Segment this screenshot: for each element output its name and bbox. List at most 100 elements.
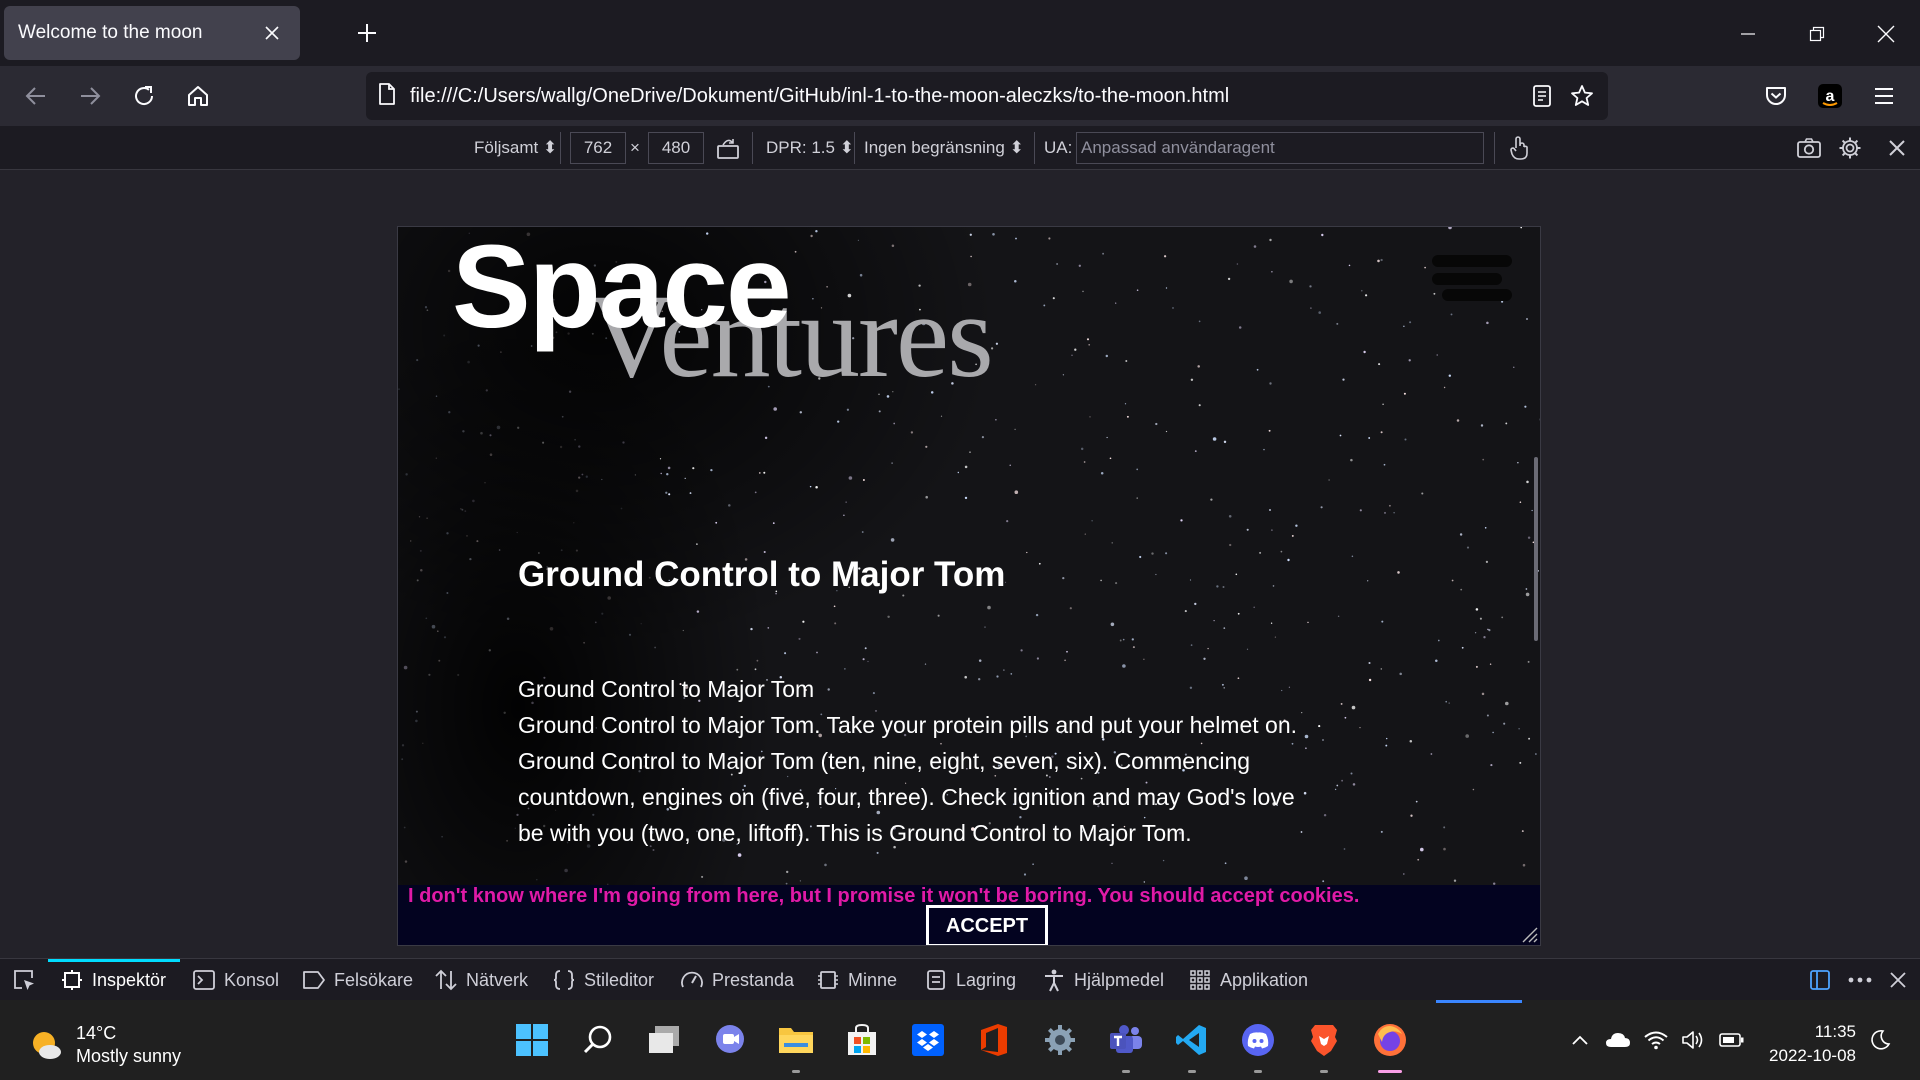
microsoft-store-icon[interactable]: [842, 1020, 882, 1060]
accept-cookies-button[interactable]: ACCEPT: [926, 905, 1048, 945]
style-editor-icon: [552, 968, 576, 992]
close-rdm-icon[interactable]: [1888, 126, 1906, 170]
memory-icon: [816, 968, 840, 992]
network-throttling-selector[interactable]: Ingen begränsning ⬍: [864, 126, 1024, 170]
discord-icon[interactable]: [1238, 1020, 1278, 1060]
tab-label: Nätverk: [466, 969, 529, 990]
body-paragraph: Ground Control to Major Tom. Take your p…: [518, 712, 1298, 846]
close-devtools-icon[interactable]: [1890, 959, 1906, 1001]
onedrive-cloud-icon[interactable]: [1604, 1026, 1632, 1054]
tab-label: Stileditor: [584, 969, 655, 990]
show-hidden-icons-chevron-icon[interactable]: [1566, 1026, 1594, 1054]
dpr-selector[interactable]: DPR: 1.5 ⬍: [766, 126, 854, 170]
back-icon[interactable]: [16, 76, 56, 116]
teams-chat-icon[interactable]: [710, 1020, 750, 1060]
rotate-icon[interactable]: [716, 126, 740, 170]
screenshot-icon[interactable]: [1796, 126, 1822, 170]
firefox-icon[interactable]: [1370, 1020, 1410, 1060]
task-view-icon[interactable]: [644, 1020, 684, 1060]
devtools-toolbar: Inspektör Konsol Felsökare Nätverk Stile…: [0, 958, 1920, 1000]
tab-natverk[interactable]: Nätverk: [434, 959, 528, 1001]
separator: [1034, 132, 1035, 164]
temperature: 14°C: [76, 1023, 117, 1043]
volume-icon[interactable]: [1680, 1026, 1708, 1054]
tab-inspektor[interactable]: Inspektör: [60, 959, 166, 1001]
bookmark-star-icon[interactable]: [1562, 76, 1602, 116]
svg-text:a: a: [1826, 88, 1835, 105]
browser-tab[interactable]: Welcome to the moon: [4, 6, 300, 60]
url-text[interactable]: file:///C:/Users/wallg/OneDrive/Dokument…: [410, 85, 1522, 108]
new-tab-icon[interactable]: [352, 18, 382, 48]
running-indicator: [1254, 1070, 1262, 1073]
tab-label: Applikation: [1220, 969, 1309, 990]
resize-handle-icon[interactable]: [1520, 925, 1538, 943]
separator: [854, 132, 855, 164]
url-bar[interactable]: file:///C:/Users/wallg/OneDrive/Dokument…: [366, 72, 1608, 120]
tab-stileditor[interactable]: Stileditor: [552, 959, 654, 1001]
console-icon: [192, 968, 216, 992]
wifi-icon[interactable]: [1642, 1026, 1670, 1054]
navigation-bar: file:///C:/Users/wallg/OneDrive/Dokument…: [0, 66, 1920, 126]
tab-felsokare[interactable]: Felsökare: [302, 959, 413, 1001]
teams-icon[interactable]: [1106, 1020, 1146, 1060]
minimize-icon[interactable]: [1728, 14, 1768, 54]
tab-close-icon[interactable]: [258, 19, 286, 47]
weather-widget[interactable]: 14°C Mostly sunny: [28, 1022, 181, 1068]
notifications-moon-icon[interactable]: [1866, 1026, 1894, 1054]
tab-minne[interactable]: Minne: [816, 959, 897, 1001]
reader-view-icon[interactable]: [1522, 76, 1562, 116]
office-icon[interactable]: [974, 1020, 1014, 1060]
vscode-icon[interactable]: [1172, 1020, 1212, 1060]
running-indicator: [1320, 1070, 1328, 1073]
user-agent-input[interactable]: Anpassad användaragent: [1076, 132, 1484, 164]
separator: [1494, 132, 1495, 164]
settings-gear-icon[interactable]: [1838, 126, 1862, 170]
cookie-banner: I don't know where I'm going from here, …: [398, 885, 1540, 945]
tab-strip: Welcome to the moon: [0, 0, 1920, 66]
tab-title: Welcome to the moon: [18, 22, 203, 43]
touch-simulation-icon[interactable]: [1508, 126, 1530, 170]
home-icon[interactable]: [178, 76, 218, 116]
reload-icon[interactable]: [124, 76, 164, 116]
hamburger-menu-icon[interactable]: [1432, 255, 1512, 305]
amazon-extension-icon[interactable]: a: [1810, 76, 1850, 116]
tab-label: Felsökare: [334, 969, 414, 990]
brave-icon[interactable]: [1304, 1020, 1344, 1060]
storage-icon: [924, 968, 948, 992]
device-selector[interactable]: Följsamt ⬍: [474, 126, 557, 170]
search-icon[interactable]: [578, 1020, 618, 1060]
restore-icon[interactable]: [1797, 14, 1837, 54]
window-close-icon[interactable]: [1866, 14, 1906, 54]
viewport-scrollbar[interactable]: [1534, 457, 1538, 641]
logo-space: Space: [452, 226, 792, 353]
pocket-icon[interactable]: [1756, 76, 1796, 116]
accessibility-icon: [1042, 968, 1066, 992]
network-icon: [434, 968, 458, 992]
tab-hjalpmedel[interactable]: Hjälpmedel: [1042, 959, 1164, 1001]
tab-prestanda[interactable]: Prestanda: [680, 959, 794, 1001]
tab-label: Hjälpmedel: [1074, 969, 1165, 990]
file-explorer-icon[interactable]: [776, 1020, 816, 1060]
forward-icon[interactable]: [70, 76, 110, 116]
windows-start-icon[interactable]: [512, 1020, 552, 1060]
viewport-width-input[interactable]: 762: [570, 132, 626, 164]
tab-konsol[interactable]: Konsol: [192, 959, 279, 1001]
viewport-height-input[interactable]: 480: [648, 132, 704, 164]
dock-side-icon[interactable]: [1808, 959, 1832, 1001]
element-picker-icon[interactable]: [12, 959, 36, 1001]
dropbox-icon[interactable]: [908, 1020, 948, 1060]
menu-icon[interactable]: [1864, 76, 1904, 116]
settings-app-icon[interactable]: [1040, 1020, 1080, 1060]
performance-icon: [680, 968, 704, 992]
running-indicator: [1122, 1070, 1130, 1073]
sun-cloud-icon: [33, 1032, 61, 1059]
system-clock[interactable]: 11:35 2022-10-08: [1760, 1020, 1856, 1068]
responsive-design-toolbar: Följsamt ⬍ 762 × 480 DPR: 1.5 ⬍ Ingen be…: [0, 126, 1920, 170]
tab-lagring[interactable]: Lagring: [924, 959, 1016, 1001]
rdm-viewport-area: Ventures Space Ground Control to Major T…: [0, 170, 1920, 958]
page-viewport: Ventures Space Ground Control to Major T…: [397, 226, 1541, 946]
tab-applikation[interactable]: Applikation: [1188, 959, 1308, 1001]
battery-icon[interactable]: [1718, 1026, 1746, 1054]
body-first-line: Ground Control to Major Tom: [518, 676, 815, 702]
more-options-icon[interactable]: [1848, 959, 1872, 1001]
